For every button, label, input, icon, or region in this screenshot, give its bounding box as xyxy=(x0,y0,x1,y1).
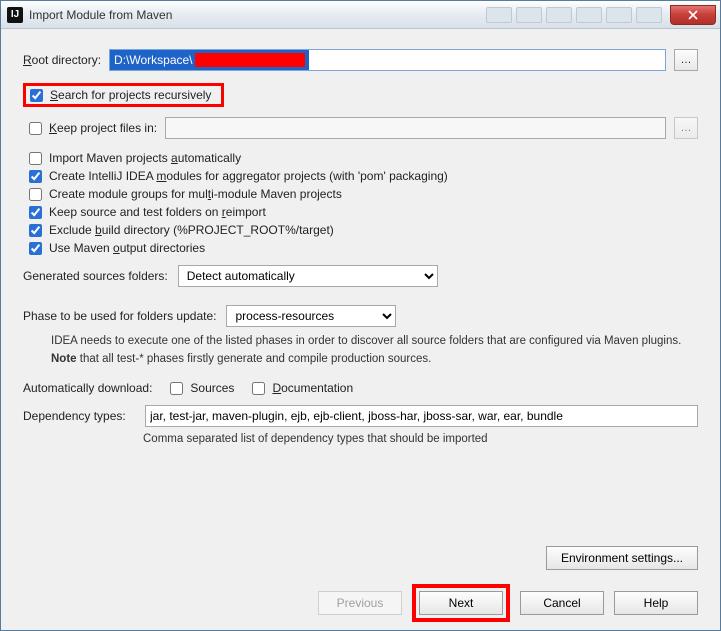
phase-row: Phase to be used for folders update: pro… xyxy=(23,305,698,327)
phase-label: Phase to be used for folders update: xyxy=(23,309,216,323)
create-aggregator-modules-checkbox[interactable] xyxy=(29,170,42,183)
generated-sources-label: Generated sources folders: xyxy=(23,269,168,283)
app-icon: IJ xyxy=(7,7,23,23)
help-button[interactable]: Help xyxy=(614,591,698,615)
root-directory-row: Root directory: D:\Workspace\ … xyxy=(23,49,698,71)
close-button[interactable] xyxy=(670,5,716,25)
search-recursively-label: Search for projects recursively xyxy=(50,88,211,102)
keep-source-folders-checkbox[interactable] xyxy=(29,206,42,219)
ellipsis-icon: … xyxy=(681,122,692,134)
use-maven-output-label: Use Maven output directories xyxy=(49,241,205,255)
keep-files-row: Keep project files in: … xyxy=(29,117,698,139)
phase-note-1: IDEA needs to execute one of the listed … xyxy=(51,333,698,349)
download-sources-checkbox[interactable] xyxy=(170,382,183,395)
generated-sources-select[interactable]: Detect automatically xyxy=(178,265,438,287)
keep-project-files-checkbox[interactable] xyxy=(29,122,42,135)
environment-settings-button[interactable]: Environment settings... xyxy=(546,546,698,570)
search-recursively-checkbox[interactable] xyxy=(30,89,43,102)
highlight-search-recursively: Search for projects recursively xyxy=(23,83,224,107)
background-window-stubs xyxy=(486,7,662,23)
exclude-build-dir-label: Exclude build directory (%PROJECT_ROOT%/… xyxy=(49,223,334,237)
exclude-build-dir-checkbox[interactable] xyxy=(29,224,42,237)
next-button[interactable]: Next xyxy=(419,591,503,615)
cancel-button[interactable]: Cancel xyxy=(520,591,604,615)
ellipsis-icon: … xyxy=(681,54,692,66)
create-aggregator-modules-label: Create IntelliJ IDEA modules for aggrega… xyxy=(49,169,448,183)
download-sources-label: Sources xyxy=(190,381,234,395)
root-directory-input[interactable]: D:\Workspace\ xyxy=(109,49,666,71)
dependency-types-note: Comma separated list of dependency types… xyxy=(143,433,698,445)
titlebar[interactable]: IJ Import Module from Maven xyxy=(1,1,720,29)
phase-note-2: Note that all test-* phases firstly gene… xyxy=(51,351,698,367)
highlight-next-button: Next xyxy=(412,584,510,622)
browse-keep-files-button: … xyxy=(674,117,698,139)
dialog-body: Root directory: D:\Workspace\ … Search f… xyxy=(1,29,720,459)
keep-project-files-label: Keep project files in: xyxy=(49,121,157,135)
dialog-window: IJ Import Module from Maven Root directo… xyxy=(0,0,721,631)
download-docs-checkbox[interactable] xyxy=(252,382,265,395)
dependency-types-input[interactable] xyxy=(145,405,698,427)
root-directory-label: Root directory: xyxy=(23,53,101,67)
root-directory-value-selected: D:\Workspace\ xyxy=(110,50,308,70)
keep-source-folders-label: Keep source and test folders on reimport xyxy=(49,205,266,219)
create-module-groups-checkbox[interactable] xyxy=(29,188,42,201)
browse-root-directory-button[interactable]: … xyxy=(674,49,698,71)
download-docs-label: Documentation xyxy=(272,381,353,395)
maven-options: Import Maven projects automatically Crea… xyxy=(29,151,698,255)
import-automatically-checkbox[interactable] xyxy=(29,152,42,165)
redacted-path-segment xyxy=(195,53,305,67)
button-bar: Environment settings... Previous Next Ca… xyxy=(1,546,720,630)
window-title: Import Module from Maven xyxy=(29,8,486,22)
use-maven-output-checkbox[interactable] xyxy=(29,242,42,255)
close-icon xyxy=(688,10,698,20)
keep-project-files-input xyxy=(165,117,666,139)
dependency-types-label: Dependency types: xyxy=(23,409,135,423)
auto-download-row: Automatically download: Sources Document… xyxy=(23,381,698,395)
phase-select[interactable]: process-resources xyxy=(226,305,396,327)
previous-button: Previous xyxy=(318,591,402,615)
import-automatically-label: Import Maven projects automatically xyxy=(49,151,241,165)
auto-download-label: Automatically download: xyxy=(23,381,152,395)
dependency-types-row: Dependency types: xyxy=(23,405,698,427)
generated-sources-row: Generated sources folders: Detect automa… xyxy=(23,265,698,287)
create-module-groups-label: Create module groups for multi-module Ma… xyxy=(49,187,342,201)
